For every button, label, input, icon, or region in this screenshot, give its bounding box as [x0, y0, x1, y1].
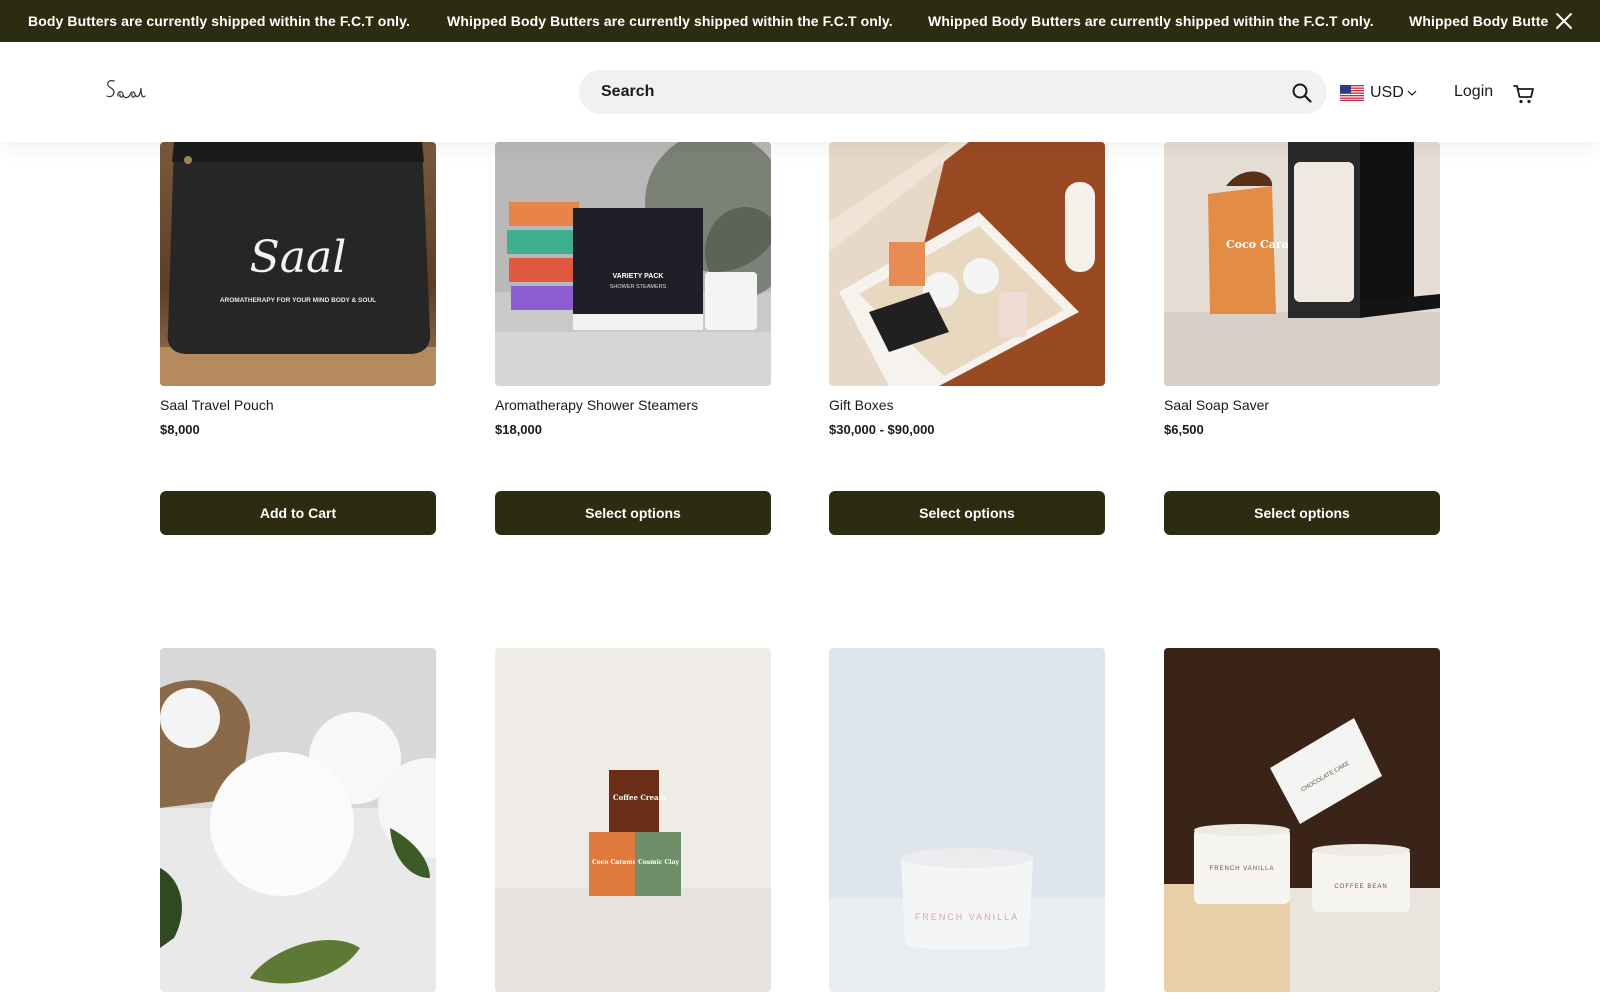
select-options-button[interactable]: Select options: [1164, 491, 1440, 535]
chevron-down-icon: [1407, 90, 1417, 96]
butter-left-text: FRENCH VANILLA: [1210, 866, 1275, 872]
pouch-brand-text: Saal: [250, 232, 347, 283]
bath-bombs-image: [160, 648, 436, 992]
login-link[interactable]: Login: [1454, 83, 1493, 101]
logo-icon[interactable]: [104, 74, 146, 104]
product-image-travel-pouch[interactable]: Saal AROMATHERAPY FOR YOUR MIND BODY & S…: [160, 142, 436, 386]
soap-top-text: Coffee Cream: [613, 793, 667, 802]
product-name[interactable]: Gift Boxes: [829, 397, 894, 413]
product-price: $6,500: [1164, 422, 1204, 437]
soap-saver-image: Coco Caramel: [1164, 142, 1440, 386]
pouch-tagline-text: AROMATHERAPY FOR YOUR MIND BODY & SOUL: [220, 297, 376, 304]
travel-pouch-image: Saal AROMATHERAPY FOR YOUR MIND BODY & S…: [160, 142, 436, 386]
announcement-message: Body Butters are currently shipped withi…: [28, 13, 410, 29]
steamer-box-text: VARIETY PACK: [613, 273, 664, 280]
cart-icon[interactable]: [1512, 82, 1536, 106]
product-image-shower-steamers[interactable]: VARIETY PACK SHOWER STEAMERS: [495, 142, 771, 386]
us-flag-icon: [1340, 85, 1364, 101]
scrub-label-text: FRENCH VANILLA: [915, 912, 1019, 922]
product-image-soap-saver[interactable]: Coco Caramel: [1164, 142, 1440, 386]
announcement-message: Whipped Body Butters are currently shipp…: [928, 13, 1374, 29]
search-input[interactable]: [601, 70, 1251, 114]
shower-steamers-image: VARIETY PACK SHOWER STEAMERS: [495, 142, 771, 386]
select-options-button[interactable]: Select options: [829, 491, 1105, 535]
currency-code: USD: [1370, 84, 1404, 101]
product-name[interactable]: Saal Soap Saver: [1164, 397, 1269, 413]
announcement-message: Whipped Body Butters are currently shipp…: [447, 13, 893, 29]
product-image-sugar-scrub[interactable]: FRENCH VANILLA: [829, 648, 1105, 992]
product-name[interactable]: Saal Travel Pouch: [160, 397, 274, 413]
select-options-button[interactable]: Select options: [495, 491, 771, 535]
product-price: $18,000: [495, 422, 542, 437]
body-butters-image: CHOCOLATE CAKE FRENCH VANILLA COFFEE BEA…: [1164, 648, 1440, 992]
gift-boxes-image: [829, 142, 1105, 386]
soap-trio-image: Coffee Cream Coco Caramel Cosmic Clay: [495, 648, 771, 992]
currency-selector[interactable]: USD: [1340, 82, 1418, 104]
product-price: $30,000 - $90,000: [829, 422, 935, 437]
add-to-cart-button[interactable]: Add to Cart: [160, 491, 436, 535]
close-icon[interactable]: [1554, 11, 1574, 31]
site-header: USD Login: [0, 42, 1600, 142]
sugar-scrub-image: FRENCH VANILLA: [829, 648, 1105, 992]
announcement-bar: Body Butters are currently shipped withi…: [0, 0, 1600, 42]
product-price: $8,000: [160, 422, 200, 437]
announcement-message: Whipped Body Butte: [1409, 13, 1549, 29]
search-icon[interactable]: [1291, 82, 1313, 104]
product-image-soap-trio[interactable]: Coffee Cream Coco Caramel Cosmic Clay: [495, 648, 771, 992]
soap-left-text: Coco Caramel: [592, 859, 639, 866]
product-name[interactable]: Aromatherapy Shower Steamers: [495, 397, 698, 413]
steamer-box-subtext: SHOWER STEAMERS: [610, 284, 667, 290]
butter-right-text: COFFEE BEAN: [1334, 884, 1387, 890]
soap-right-text: Cosmic Clay: [638, 859, 679, 866]
product-image-body-butters[interactable]: CHOCOLATE CAKE FRENCH VANILLA COFFEE BEA…: [1164, 648, 1440, 992]
product-image-gift-boxes[interactable]: [829, 142, 1105, 386]
product-image-bath-bombs[interactable]: [160, 648, 436, 992]
search-bar: [579, 70, 1327, 114]
